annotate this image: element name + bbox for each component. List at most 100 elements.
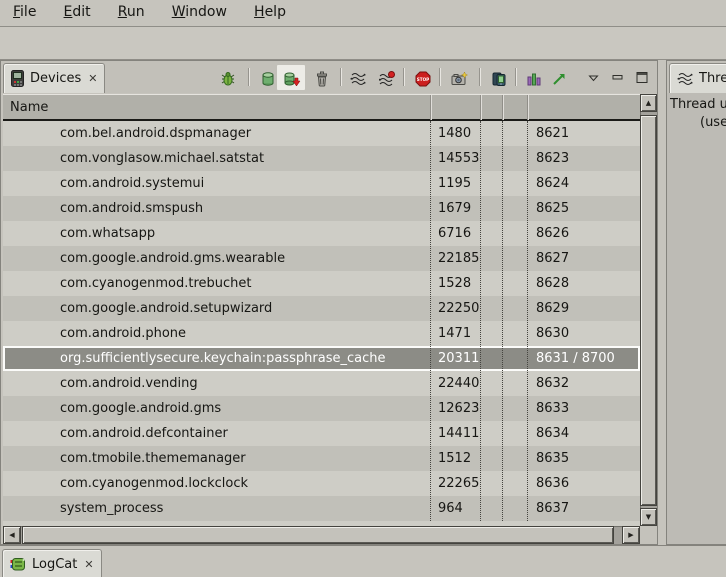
menu-file[interactable]: File xyxy=(2,0,47,23)
process-pid: 1471 xyxy=(438,321,471,346)
process-pid: 14553 xyxy=(438,146,479,171)
update-threads-button[interactable] xyxy=(379,71,395,87)
process-port: 8624 xyxy=(536,171,569,196)
process-port: 8634 xyxy=(536,421,569,446)
menu-run[interactable]: Run xyxy=(107,0,156,23)
table-row[interactable]: com.android.defcontainer 14411 8634 xyxy=(3,421,640,446)
table-row[interactable]: com.cyanogenmod.lockclock 22265 8636 xyxy=(3,471,640,496)
threads-content: Thread updates not enabled for selected … xyxy=(667,93,726,544)
process-name: com.cyanogenmod.trebuchet xyxy=(60,271,252,296)
process-port: 8630 xyxy=(536,321,569,346)
table-row[interactable]: org.sufficientlysecure.keychain:passphra… xyxy=(3,346,640,371)
table-row[interactable]: com.google.android.gms 12623 8633 xyxy=(3,396,640,421)
menu-help[interactable]: Help xyxy=(243,0,297,23)
toolbar-separator xyxy=(439,68,440,86)
threads-tab-label: Threads xyxy=(699,71,726,86)
menu-bar: File Edit Run Window Help xyxy=(0,0,726,27)
process-pid: 22185 xyxy=(438,246,479,271)
process-pid: 1480 xyxy=(438,121,471,146)
tab-devices[interactable]: Devices ✕ xyxy=(3,63,105,93)
table-header: Name xyxy=(3,94,640,121)
process-pid: 22250 xyxy=(438,296,479,321)
logcat-icon xyxy=(10,557,26,572)
logcat-tab-close-icon[interactable]: ✕ xyxy=(84,559,93,570)
process-pid: 1195 xyxy=(438,171,471,196)
process-name: com.android.vending xyxy=(60,371,198,396)
stop-icon: STOP xyxy=(415,71,431,87)
devices-tab-close-icon[interactable]: ✕ xyxy=(88,73,97,84)
process-pid: 12623 xyxy=(438,396,479,421)
table-row[interactable]: com.whatsapp 6716 8626 xyxy=(3,221,640,246)
devices-tab-label: Devices xyxy=(30,71,81,86)
tab-threads[interactable]: Threads xyxy=(669,63,726,93)
update-heap-button[interactable] xyxy=(260,71,276,87)
table-row[interactable]: system_process 964 8637 xyxy=(3,496,640,521)
scroll-down-button[interactable]: ▼ xyxy=(640,508,657,526)
stop-process-button[interactable]: STOP xyxy=(415,71,431,87)
table-row[interactable]: com.google.android.gms.wearable 22185 86… xyxy=(3,246,640,271)
maximize-button[interactable] xyxy=(636,71,652,87)
horizontal-scrollbar[interactable]: ◀ ▶ xyxy=(3,526,640,544)
vertical-scrollbar[interactable]: ▲ ▼ xyxy=(640,94,657,526)
scroll-up-button[interactable]: ▲ xyxy=(640,94,657,112)
device-screens-icon xyxy=(492,71,508,87)
devices-pane: Devices ✕ xyxy=(0,60,658,545)
table-row[interactable]: com.android.smspush 1679 8625 xyxy=(3,196,640,221)
process-name: com.tmobile.thememanager xyxy=(60,446,246,471)
menu-window[interactable]: Window xyxy=(161,0,238,23)
table-row[interactable]: com.cyanogenmod.trebuchet 1528 8628 xyxy=(3,271,640,296)
process-port: 8625 xyxy=(536,196,569,221)
method-profiling-button[interactable] xyxy=(551,71,567,87)
scroll-left-button[interactable]: ◀ xyxy=(3,526,21,544)
process-name: com.cyanogenmod.lockclock xyxy=(60,471,248,496)
scrollbar-corner xyxy=(640,526,657,544)
table-row[interactable]: com.android.phone 1471 8630 xyxy=(3,321,640,346)
menu-edit[interactable]: Edit xyxy=(53,0,102,23)
menu-help-rest: elp xyxy=(265,4,286,20)
device-table-rows: com.bel.android.dspmanager 1480 8621 com… xyxy=(3,121,640,521)
column-divider[interactable] xyxy=(480,95,481,120)
column-header-name[interactable]: Name xyxy=(10,95,48,120)
tab-logcat[interactable]: LogCat ✕ xyxy=(2,549,102,577)
pane-sash[interactable] xyxy=(658,60,666,545)
screen-record-button[interactable] xyxy=(492,71,508,87)
threads-icon xyxy=(350,71,366,87)
table-row[interactable]: com.vonglasow.michael.satstat 14553 8623 xyxy=(3,146,640,171)
table-row[interactable]: com.android.vending 22440 8632 xyxy=(3,371,640,396)
view-menu-button[interactable] xyxy=(588,75,604,91)
process-pid: 22440 xyxy=(438,371,479,396)
toolbar-separator xyxy=(403,68,404,86)
vertical-scroll-thumb[interactable] xyxy=(640,115,657,506)
logcat-tab-label: LogCat xyxy=(32,557,77,572)
column-divider[interactable] xyxy=(430,95,431,120)
table-row[interactable]: com.bel.android.dspmanager 1480 8621 xyxy=(3,121,640,146)
trash-icon xyxy=(314,71,330,87)
scroll-right-button[interactable]: ▶ xyxy=(622,526,640,544)
process-name: system_process xyxy=(60,496,163,521)
maximize-icon xyxy=(636,71,649,84)
view-menu-icon xyxy=(588,75,599,82)
threads-button[interactable] xyxy=(350,71,366,87)
process-port: 8636 xyxy=(536,471,569,496)
menu-window-mnemonic: W xyxy=(172,4,186,20)
sysinfo-bars-icon xyxy=(526,71,542,87)
minimize-icon xyxy=(612,74,624,82)
update-heap-icon xyxy=(260,71,276,87)
process-pid: 1512 xyxy=(438,446,471,471)
column-divider[interactable] xyxy=(527,95,528,120)
debug-process-button[interactable] xyxy=(220,71,236,87)
menu-run-rest: un xyxy=(127,4,145,20)
minimize-button[interactable] xyxy=(612,74,628,90)
dump-hprof-button[interactable] xyxy=(283,71,299,87)
table-row[interactable]: com.google.android.setupwizard 22250 862… xyxy=(3,296,640,321)
process-name: com.vonglasow.michael.satstat xyxy=(60,146,264,171)
table-row[interactable]: com.android.systemui 1195 8624 xyxy=(3,171,640,196)
table-row[interactable]: com.tmobile.thememanager 1512 8635 xyxy=(3,446,640,471)
horizontal-scroll-thumb[interactable] xyxy=(22,526,614,544)
cause-gc-button[interactable] xyxy=(314,71,330,87)
process-port: 8621 xyxy=(536,121,569,146)
sysinfo-button[interactable] xyxy=(526,71,542,87)
toolbar-separator xyxy=(340,68,341,86)
screen-capture-button[interactable] xyxy=(451,71,467,87)
column-divider[interactable] xyxy=(502,95,503,120)
